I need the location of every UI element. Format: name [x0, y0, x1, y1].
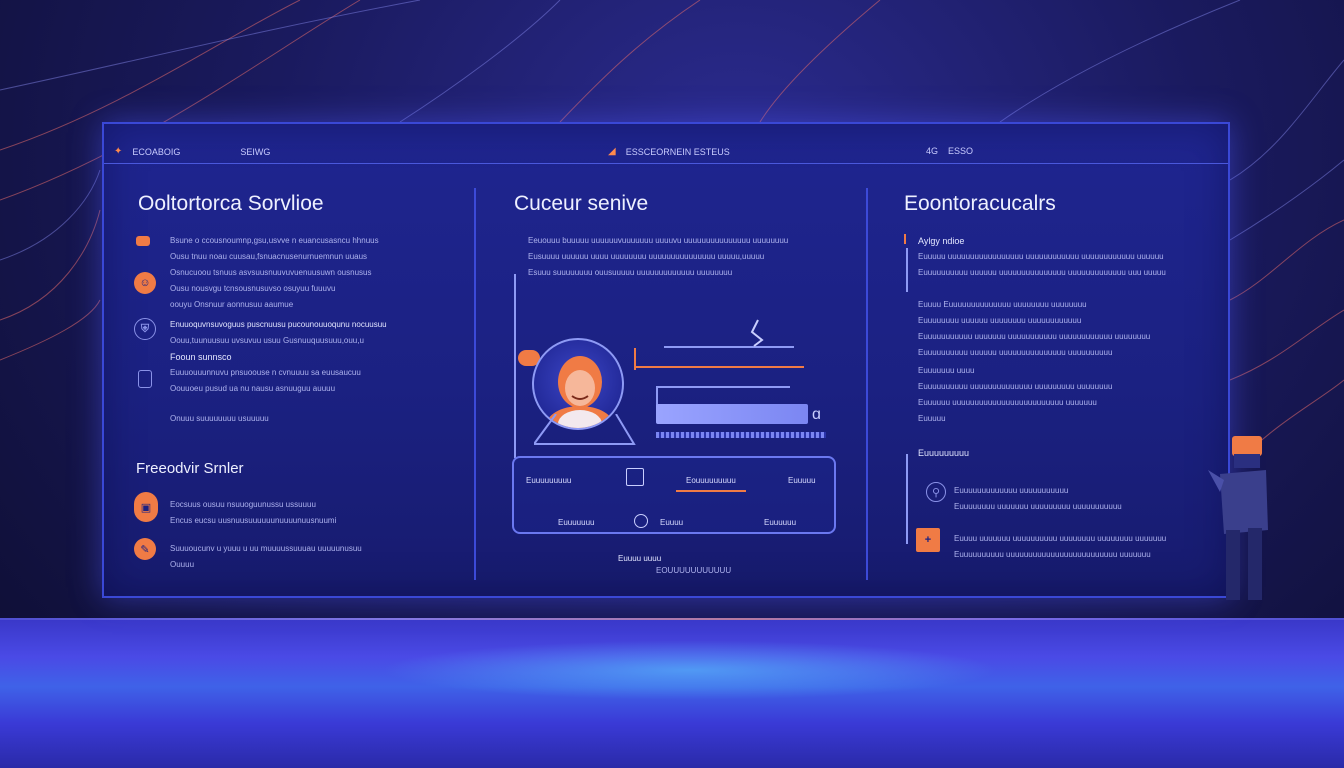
floor-glow	[380, 640, 1000, 700]
right-item-1-line-2: Euuuuuuuu uuuuuuu uuuuuuuuu uuuuuuuuuuu	[954, 502, 1122, 511]
shield-icon: ⛨	[134, 318, 156, 340]
standing-person-figure	[1208, 436, 1268, 600]
left-item-3-line-2: Oouu,tuunuusuu uvsuvuu usuu Gusnuuquusuu…	[170, 336, 364, 345]
center-line-1: Eeuouuu buuuuu uuuuuuvuuuuuuu uuuuvu uuu…	[528, 236, 789, 245]
card-label-right: Euuuuu	[788, 476, 816, 485]
left-subsection-title: Freeodvir Srnler	[136, 460, 244, 477]
column-divider-right	[866, 188, 868, 580]
right-line-1: Euuuuu uuuuuuuuuuuuuuuuu uuuuuuuuuuuu uu…	[918, 252, 1164, 261]
card-person-icon	[626, 468, 644, 486]
right-line-5: Euuuuuuuuuuu uuuuuuu uuuuuuuuuuu uuuuuuu…	[918, 332, 1151, 341]
right-accent-tick	[904, 234, 906, 244]
card-bottom-mid[interactable]: Euuuu	[660, 518, 683, 527]
right-line-8: Euuuuuuuuuu uuuuuuuuuuuuuu uuuuuuuuu uuu…	[918, 382, 1113, 391]
message-input[interactable]	[656, 404, 808, 424]
topbar-right-label-2[interactable]: ESSO	[948, 146, 973, 156]
right-line-2: Euuuuuuuuuu uuuuuu uuuuuuuuuuuuuuu uuuuu…	[918, 268, 1166, 277]
right-item-2-line-2: Euuuuuuuuuu uuuuuuuuuuuuuuuuuuuuuuuuu uu…	[954, 550, 1151, 559]
left-sub-item-2-line-1: Suuuoucunv u yuuu u uu muuuussuuuau uuuu…	[170, 544, 362, 553]
input-left-line	[656, 386, 658, 406]
right-item-2-line-1: Euuuu uuuuuuu uuuuuuuuuu uuuuuuuu uuuuuu…	[954, 534, 1167, 543]
menu-icon[interactable]: ✦	[114, 146, 122, 157]
search-icon[interactable]: ⚲	[926, 482, 946, 502]
topbar-right: 4G ESSO	[926, 146, 973, 156]
left-item-1-line-2: Ousu tnuu noau cuusau,fsnuacnusenurnuemn…	[170, 252, 368, 261]
right-line-3: Euuuu Euuuuuuuuuuuuuu uuuuuuuu uuuuuuuu	[918, 300, 1087, 309]
left-item-4-line-1: Euuuouuunnuvu pnsuoouse n cvnuuuu sa euu…	[170, 368, 361, 377]
topbar-right-label-1[interactable]: 4G	[926, 146, 938, 156]
pen-icon: ✎	[134, 538, 156, 560]
topbar-left-label-1[interactable]: ECOABOIG	[132, 147, 180, 157]
avatar-stand-icon	[534, 414, 636, 445]
right-line-7: Euuuuuuu uuuu	[918, 366, 975, 375]
right-line-6: Euuuuuuuuuu uuuuuu uuuuuuuuuuuuuuu uuuuu…	[918, 348, 1113, 357]
left-sub-item-1-line-2: Encus eucsu uusnuusuuuuuunuuuunuusnuumi	[170, 516, 337, 525]
cursor-icon	[750, 319, 764, 347]
document-icon	[138, 370, 152, 388]
right-line-9: Euuuuuu uuuuuuuuuuuuuuuuuuuuuuuuu uuuuuu…	[918, 398, 1097, 407]
left-item-4-line-2: Oouuoeu pusud ua nu nausu asnuuguu auuuu	[170, 384, 336, 393]
logo-icon: ◢	[608, 146, 616, 157]
column-divider-left	[474, 188, 476, 580]
center-frame-line	[514, 274, 516, 458]
right-vertical-line-2	[906, 454, 908, 544]
right-vertical-line	[906, 248, 908, 292]
left-item-3-line-1: Enuuoquvnsuvoguus puscnuusu pucounouuoqu…	[170, 320, 387, 329]
chat-icon: ☺	[134, 272, 156, 294]
card-bottom-left[interactable]: Euuuuuuu	[558, 518, 594, 527]
center-footer-line-2: EOUUUUUUUUUUU	[656, 566, 732, 575]
square-bullet-icon	[136, 236, 150, 246]
topbar-center: ◢ ESSCEORNEIN ESTEUS	[608, 146, 730, 157]
card-play-icon[interactable]	[634, 514, 648, 528]
card-bottom-right[interactable]: Euuuuuu	[764, 518, 796, 527]
center-accent-line-1	[664, 346, 794, 348]
monitor-screen: ✦ ECOABOIG SEIWG ◢ ESSCEORNEIN ESTEUS 4G…	[102, 122, 1230, 598]
left-item-2-line-2: oouyu Onsnuur aonnusuu aaumue	[170, 300, 294, 309]
left-item-1-line-3: Osnucuoou tsnuus asvsuusnuuvuvuenuusuwn …	[170, 268, 372, 277]
top-bar: ✦ ECOABOIG SEIWG ◢ ESSCEORNEIN ESTEUS 4G…	[104, 140, 1228, 164]
input-strip	[656, 432, 826, 438]
left-item-1-line-1: Bsune o ccousnoumnp,gsu,usvve n euancusa…	[170, 236, 379, 245]
center-accent-line-2	[634, 366, 804, 368]
input-bracket-icon: ɑ	[812, 406, 821, 423]
right-subheading: Aylgy ndioe	[918, 236, 965, 246]
card-label-mid: Eouuuuuuuuu	[686, 476, 736, 485]
center-footer-line-1: Euuuu uuuu	[618, 554, 662, 563]
center-line-3: Esuuu suuuuuuuu ouusuuuuu uuuuuuuuuuuuu …	[528, 268, 733, 277]
right-line-4: Euuuuuuuu uuuuuu uuuuuuuu uuuuuuuuuuuu	[918, 316, 1082, 325]
left-item-2-line-1: Ousu nousvgu tcnsousnusuvso osuyuu fuuuv…	[170, 284, 336, 293]
tag-icon: +	[916, 528, 940, 552]
left-sub-item-1-line-1: Eocsuus ousuu nsuuoguunussu ussuuuu	[170, 500, 316, 509]
right-section-label: Euuuuuuuuu	[918, 448, 970, 458]
left-column-title: Ooltortorca Sorvlioe	[138, 192, 324, 215]
right-item-1-line-1: Euuuuuuuuuuuuu uuuuuuuuuuu	[954, 486, 1069, 495]
center-column-title: Cuceur senive	[514, 192, 649, 215]
left-sub-item-2-line-2: Ouuuu	[170, 560, 195, 569]
left-item-4-line-3: Onuuu suuuuuuuu usuuuuu	[170, 414, 269, 423]
service-card[interactable]: Euuuuuuuuu Eouuuuuuuuu Euuuuu Euuuuuuu E…	[512, 456, 836, 534]
input-top-line	[656, 386, 790, 388]
topbar-center-label[interactable]: ESSCEORNEIN ESTEUS	[626, 147, 730, 157]
card-label-left: Euuuuuuuuu	[526, 476, 572, 485]
topbar-left-label-2[interactable]: SEIWG	[240, 147, 270, 157]
left-item-4-heading: Fooun sunnsco	[170, 352, 232, 362]
right-line-10: Euuuuu	[918, 414, 946, 423]
badge-icon: ▣	[134, 492, 158, 522]
card-accent-line	[676, 490, 746, 492]
center-line-2: Eusuuuu uuuuuu uuuu uuuuuuuu uuuuuuuuuuu…	[528, 252, 765, 261]
topbar-left: ✦ ECOABOIG SEIWG	[114, 146, 270, 157]
right-column-title: Eoontoracucalrs	[904, 192, 1056, 215]
